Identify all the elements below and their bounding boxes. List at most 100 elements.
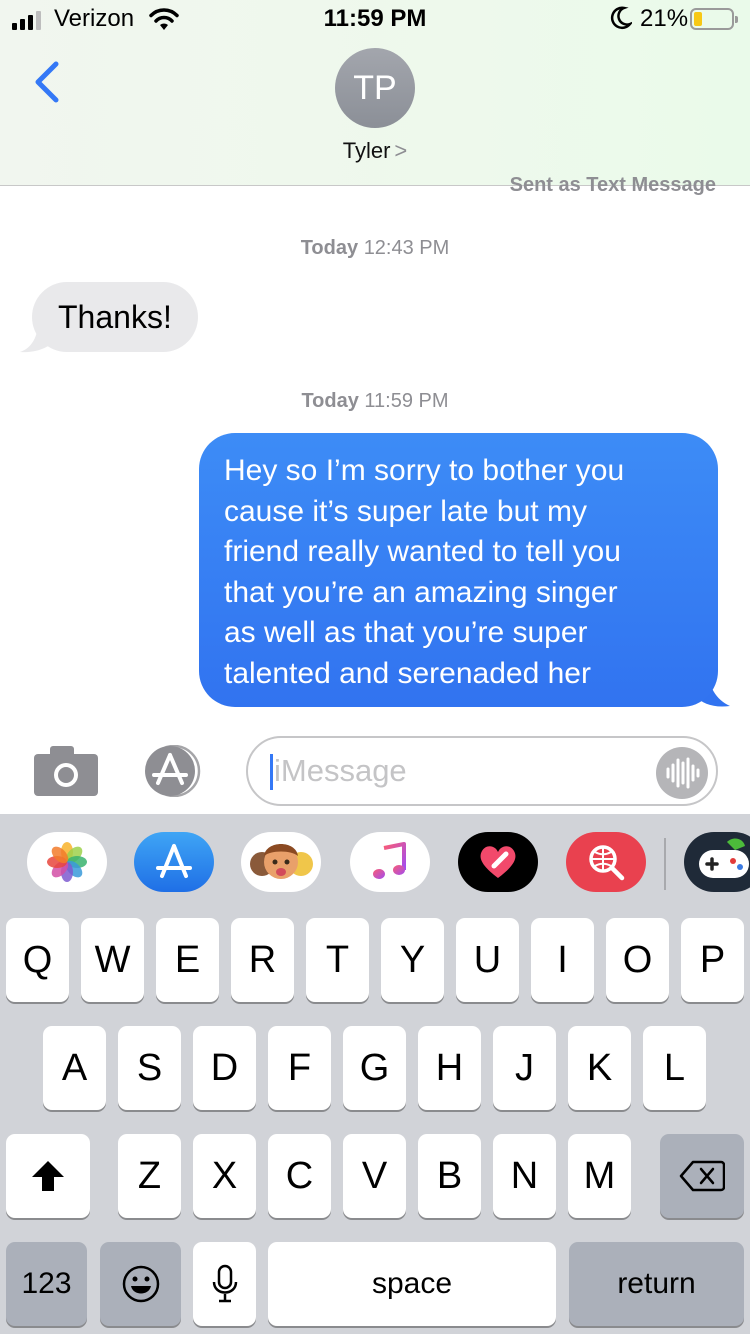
status-bar: Verizon 11:59 PM 21% (0, 0, 750, 40)
message-line: cause it’s super late but my (224, 494, 587, 528)
key-s[interactable]: S (118, 1026, 181, 1110)
key-z[interactable]: Z (118, 1134, 181, 1218)
shift-key[interactable] (6, 1134, 90, 1218)
key-o[interactable]: O (606, 918, 669, 1002)
key-i[interactable]: I (531, 918, 594, 1002)
key-r[interactable]: R (231, 918, 294, 1002)
contact-name-button[interactable]: Tyler > (0, 138, 750, 164)
numbers-key[interactable]: 123 (6, 1242, 87, 1326)
key-w[interactable]: W (81, 918, 144, 1002)
key-e[interactable]: E (156, 918, 219, 1002)
emoji-icon (122, 1265, 159, 1303)
delete-key[interactable] (660, 1134, 744, 1218)
key-label: H (435, 1046, 464, 1089)
digital-touch-icon (480, 846, 516, 878)
battery-icon (690, 8, 738, 30)
key-label: J (515, 1046, 534, 1089)
key-label: F (287, 1046, 312, 1089)
key-label: return (617, 1267, 696, 1300)
key-label: U (473, 938, 502, 981)
return-key[interactable]: return (569, 1242, 744, 1326)
game-pigeon-app-button[interactable] (684, 832, 750, 892)
outgoing-message[interactable]: Hey so I’m sorry to bother you cause it’… (199, 433, 718, 707)
back-button[interactable] (30, 58, 70, 108)
key-label: space (371, 1267, 453, 1300)
chevron-left-icon (35, 61, 59, 103)
timestamp-day: Today (301, 390, 359, 412)
app-store-app-button[interactable] (134, 832, 214, 892)
emoji-key[interactable] (100, 1242, 181, 1326)
key-g[interactable]: G (343, 1026, 406, 1110)
delete-icon (679, 1160, 725, 1192)
timestamp: Today 12:43 PM (0, 237, 750, 260)
battery-fill (694, 12, 702, 26)
key-v[interactable]: V (343, 1134, 406, 1218)
incoming-message[interactable]: Thanks! (32, 282, 198, 352)
microphone-icon (212, 1264, 237, 1303)
key-label: L (663, 1046, 686, 1089)
key-label: M (583, 1154, 616, 1197)
key-label: I (557, 938, 568, 981)
app-strip-divider (664, 838, 666, 890)
key-label: O (622, 938, 653, 981)
photos-app-button[interactable] (27, 832, 107, 892)
key-label: 123 (21, 1267, 72, 1300)
key-l[interactable]: L (643, 1026, 706, 1110)
key-label: K (586, 1046, 613, 1089)
contact-avatar[interactable]: TP (335, 48, 415, 128)
key-t[interactable]: T (306, 918, 369, 1002)
key-h[interactable]: H (418, 1026, 481, 1110)
battery-percentage: 21% (640, 5, 689, 32)
photos-icon (47, 842, 87, 882)
space-key[interactable]: space (268, 1242, 556, 1326)
message-input[interactable]: iMessage (246, 736, 718, 806)
key-label: Q (22, 938, 53, 981)
key-label: S (136, 1046, 163, 1089)
key-m[interactable]: M (568, 1134, 631, 1218)
key-d[interactable]: D (193, 1026, 256, 1110)
key-q[interactable]: Q (6, 918, 69, 1002)
clock: 11:59 PM (323, 5, 427, 32)
key-x[interactable]: X (193, 1134, 256, 1218)
key-label: E (174, 938, 201, 981)
key-b[interactable]: B (418, 1134, 481, 1218)
key-label: V (361, 1154, 388, 1197)
timestamp-time: 12:43 PM (363, 237, 450, 259)
key-label: N (510, 1154, 539, 1197)
do-not-disturb-icon (610, 6, 632, 30)
message-line: friend really wanted to tell you (224, 535, 621, 568)
memoji-app-button[interactable] (241, 832, 321, 892)
key-label: Y (399, 938, 426, 981)
key-k[interactable]: K (568, 1026, 631, 1110)
timestamp: Today 11:59 PM (0, 390, 750, 413)
camera-button[interactable] (34, 746, 98, 796)
game-pigeon-icon (699, 838, 749, 878)
dictation-key[interactable] (193, 1242, 256, 1326)
message-line: Hey so I’m sorry to bother you (224, 454, 625, 487)
key-y[interactable]: Y (381, 918, 444, 1002)
key-label: G (359, 1046, 390, 1089)
web-search-icon (589, 845, 625, 881)
key-label: B (436, 1154, 463, 1197)
key-label: T (325, 938, 350, 981)
key-j[interactable]: J (493, 1026, 556, 1110)
sent-as-label: Sent as Text Message (509, 174, 716, 196)
web-search-app-button[interactable] (566, 832, 646, 892)
digital-touch-app-button[interactable] (458, 832, 538, 892)
key-label: P (699, 938, 726, 981)
key-n[interactable]: N (493, 1134, 556, 1218)
message-line: that you’re an amazing singer (224, 575, 618, 609)
key-a[interactable]: A (43, 1026, 106, 1110)
music-app-button[interactable] (350, 832, 430, 892)
key-c[interactable]: C (268, 1134, 331, 1218)
memoji-icon (250, 844, 313, 879)
message-placeholder: iMessage (274, 753, 407, 788)
apps-button[interactable] (140, 744, 210, 798)
app-store-icon (156, 844, 192, 878)
key-f[interactable]: F (268, 1026, 331, 1110)
key-label: X (211, 1154, 238, 1197)
audio-message-button[interactable] (656, 747, 708, 799)
key-p[interactable]: P (681, 918, 744, 1002)
message-text: Thanks! (58, 298, 172, 335)
key-u[interactable]: U (456, 918, 519, 1002)
